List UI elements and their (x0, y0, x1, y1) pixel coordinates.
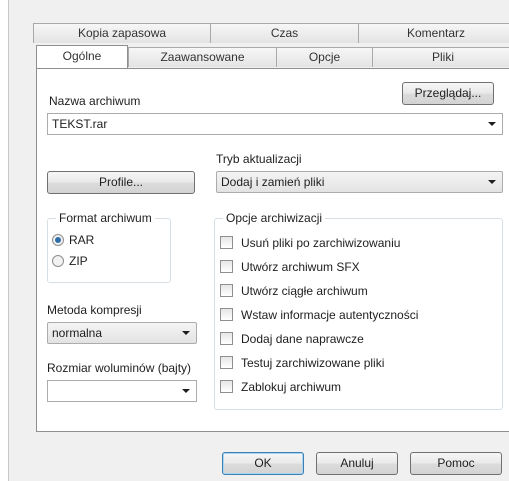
chevron-down-icon (488, 122, 496, 126)
volume-size-combobox[interactable] (47, 380, 197, 402)
tab-options[interactable]: Opcje (276, 47, 373, 67)
checkbox-icon (220, 236, 233, 250)
checkbox-label: Wstaw informacje autentyczności (241, 308, 419, 322)
archive-name-value: TEKST.rar (52, 117, 108, 131)
archive-options-group: Opcje archiwizacji Usuń pliki po zarchiw… (214, 211, 503, 410)
checkbox-label: Utwórz ciągłe archiwum (241, 284, 368, 298)
cancel-button[interactable]: Anuluj (316, 452, 398, 475)
radio-unselected-icon (52, 254, 64, 267)
help-button[interactable]: Pomoc (410, 452, 502, 475)
checkbox-icon (220, 260, 233, 274)
checkbox-label: Dodaj dane naprawcze (241, 332, 364, 346)
checkbox-lock[interactable]: Zablokuj archiwum (220, 378, 341, 396)
checkbox-label: Testuj zarchiwizowane pliki (241, 356, 385, 370)
tab-time[interactable]: Czas (210, 23, 359, 43)
checkbox-label: Utwórz archiwum SFX (241, 260, 360, 274)
compression-label: Metoda kompresji (47, 303, 142, 317)
archive-name-combobox[interactable]: TEKST.rar (47, 113, 503, 135)
update-mode-dropdown[interactable]: Dodaj i zamień pliki (216, 171, 503, 193)
checkbox-icon (220, 356, 233, 370)
tab-advanced[interactable]: Zaawansowane (128, 47, 277, 67)
archive-format-group: Format archiwum RAR ZIP (47, 211, 171, 283)
compression-dropdown[interactable]: normalna (47, 322, 197, 344)
checkbox-icon (220, 284, 233, 298)
checkbox-recovery[interactable]: Dodaj dane naprawcze (220, 330, 364, 348)
archive-options-title: Opcje archiwizacji (223, 211, 326, 225)
tab-time-label: Czas (270, 26, 299, 40)
browse-button[interactable]: Przeglądaj... (402, 82, 494, 105)
archive-format-title: Format archiwum (56, 211, 155, 225)
chevron-down-icon (488, 180, 496, 184)
update-mode-value: Dodaj i zamień pliki (221, 175, 325, 189)
volume-size-label: Rozmiar woluminów (bajty) (47, 361, 192, 375)
tab-comment-label: Komentarz (406, 26, 466, 40)
checkbox-delete-after[interactable]: Usuń pliki po zarchiwizowaniu (220, 234, 400, 252)
archive-name-label: Nazwa archiwum (49, 94, 141, 108)
checkbox-authenticity[interactable]: Wstaw informacje autentyczności (220, 306, 418, 324)
radio-selected-icon (52, 233, 64, 246)
checkbox-icon (220, 380, 233, 394)
tab-backup[interactable]: Kopia zapasowa (33, 23, 211, 43)
tab-options-label: Opcje (308, 50, 341, 64)
checkbox-sfx[interactable]: Utwórz archiwum SFX (220, 258, 360, 276)
radio-zip[interactable]: ZIP (52, 252, 88, 270)
compression-value: normalna (52, 326, 103, 340)
tab-general[interactable]: Ogólne (36, 45, 128, 68)
radio-rar[interactable]: RAR (52, 231, 94, 249)
checkbox-solid[interactable]: Utwórz ciągłe archiwum (220, 282, 368, 300)
checkbox-label: Zablokuj archiwum (241, 380, 342, 394)
general-tab-panel: Nazwa archiwum Przeglądaj... TEKST.rar T… (36, 68, 509, 432)
update-mode-label: Tryb aktualizacji (216, 152, 302, 166)
radio-zip-label: ZIP (69, 254, 88, 268)
archive-settings-dialog: Kopia zapasowa Czas Komentarz Ogólne Zaa… (8, 0, 509, 481)
tab-advanced-label: Zaawansowane (160, 50, 245, 64)
checkbox-label: Usuń pliki po zarchiwizowaniu (241, 236, 401, 250)
chevron-down-icon (182, 389, 190, 393)
profiles-button[interactable]: Profile... (47, 171, 195, 194)
checkbox-icon (220, 332, 233, 346)
ok-button[interactable]: OK (222, 452, 304, 475)
tab-files[interactable]: Pliki (372, 47, 509, 67)
tab-files-label: Pliki (431, 50, 454, 64)
radio-rar-label: RAR (69, 233, 95, 247)
tab-backup-label: Kopia zapasowa (77, 26, 167, 40)
checkbox-test[interactable]: Testuj zarchiwizowane pliki (220, 354, 384, 372)
tab-comment[interactable]: Komentarz (358, 23, 509, 43)
checkbox-icon (220, 308, 233, 322)
chevron-down-icon (182, 331, 190, 335)
tab-general-label: Ogólne (62, 49, 102, 63)
